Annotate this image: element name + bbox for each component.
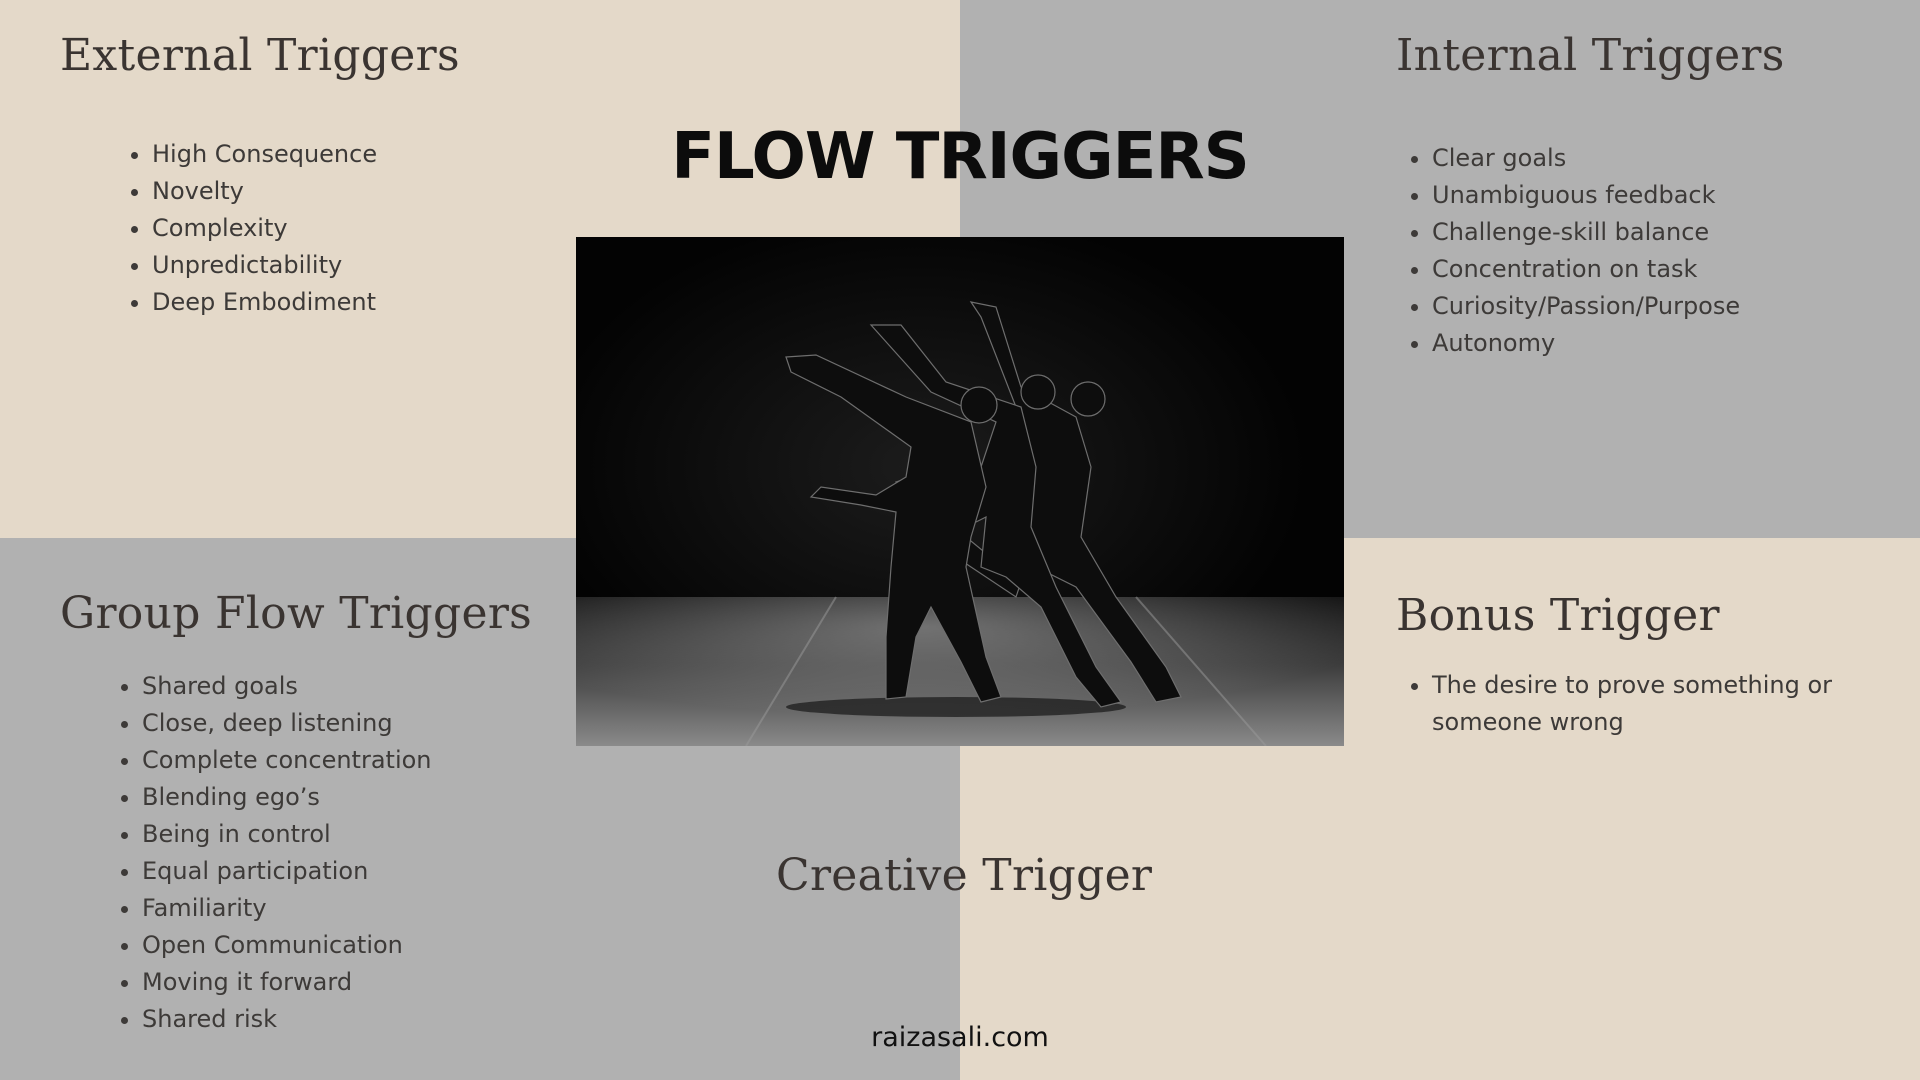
list-item: Familiarity (142, 890, 432, 927)
dancers-photo (576, 237, 1344, 746)
list-item: Close, deep listening (142, 705, 432, 742)
list-item: Unambiguous feedback (1432, 177, 1740, 214)
list-item: Curiosity/Passion/Purpose (1432, 288, 1740, 325)
list-item: Deep Embodiment (152, 284, 377, 321)
list-item: Complete concentration (142, 742, 432, 779)
list-item: Being in control (142, 816, 432, 853)
website-link[interactable]: raizasali.com (0, 1022, 1920, 1053)
external-triggers-heading: External Triggers (60, 30, 460, 81)
list-item: Challenge-skill balance (1432, 214, 1740, 251)
creative-trigger-heading: Creative Trigger (776, 850, 1153, 901)
list-item: Complexity (152, 210, 377, 247)
dancers-image (576, 237, 1344, 746)
list-item: The desire to prove something or someone… (1432, 667, 1852, 741)
bonus-trigger-list: The desire to prove something or someone… (1404, 667, 1852, 741)
list-item: Moving it forward (142, 964, 432, 1001)
list-item: Autonomy (1432, 325, 1740, 362)
list-item: Concentration on task (1432, 251, 1740, 288)
internal-triggers-list: Clear goals Unambiguous feedback Challen… (1404, 140, 1740, 362)
group-flow-triggers-list: Shared goals Close, deep listening Compl… (114, 668, 432, 1038)
internal-triggers-heading: Internal Triggers (1396, 30, 1785, 81)
list-item: Unpredictability (152, 247, 377, 284)
list-item: Equal participation (142, 853, 432, 890)
list-item: Clear goals (1432, 140, 1740, 177)
list-item: Shared goals (142, 668, 432, 705)
list-item: Blending ego’s (142, 779, 432, 816)
bonus-trigger-heading: Bonus Trigger (1396, 590, 1720, 641)
group-flow-triggers-heading: Group Flow Triggers (60, 588, 533, 639)
list-item: Open Communication (142, 927, 432, 964)
